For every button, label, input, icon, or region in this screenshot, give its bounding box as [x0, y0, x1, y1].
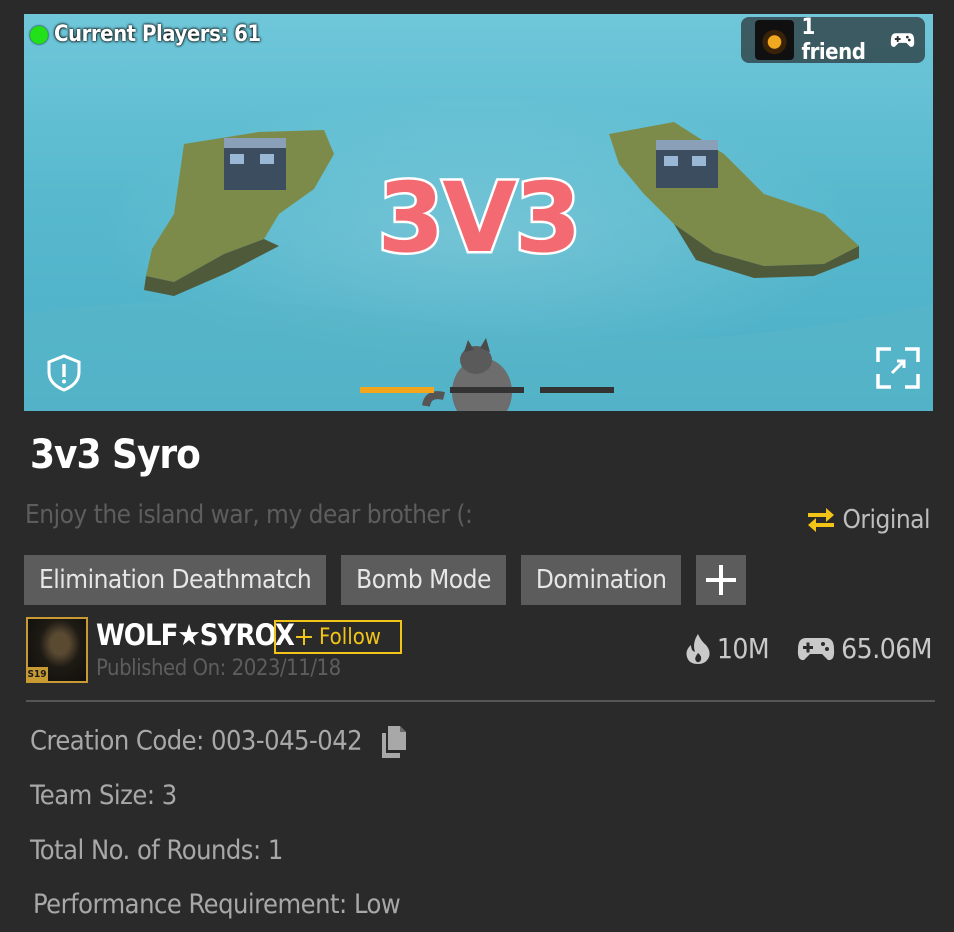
author-name[interactable]: WOLF★SYROX: [96, 618, 295, 652]
plus-icon: [706, 565, 737, 595]
section-divider: [26, 700, 935, 702]
gamepad-icon: [890, 33, 915, 47]
map-title: 3v3 Syro: [30, 432, 201, 478]
current-players: Current Players: 61: [30, 22, 261, 47]
creation-code-row: Creation Code: 003-045-042: [30, 725, 411, 759]
current-players-label: Current Players: 61: [54, 22, 261, 47]
copy-icon[interactable]: [379, 725, 411, 759]
map-stats: 10M 65.06M: [685, 632, 932, 665]
original-label: Original: [842, 505, 930, 535]
published-date: Published On: 2023/11/18: [96, 656, 341, 681]
more-tags-button[interactable]: [696, 555, 747, 605]
swap-arrows-icon: [808, 508, 835, 532]
original-badge: Original: [804, 503, 930, 537]
carousel-dot[interactable]: [540, 387, 614, 393]
friends-playing-badge[interactable]: 1 friend: [741, 15, 925, 65]
map-overlay-title: 3V3: [375, 160, 584, 277]
carousel-dot[interactable]: [360, 387, 434, 393]
tag-bomb-mode[interactable]: Bomb Mode: [341, 555, 506, 605]
season-badge: S19: [26, 667, 48, 683]
follow-label: Follow: [318, 624, 381, 650]
avatar-icon: [755, 20, 794, 60]
friend-count-label: 1 friend: [801, 15, 866, 65]
creation-code: Creation Code: 003-045-042: [30, 725, 363, 757]
team-size: Team Size: 3: [30, 780, 177, 811]
carousel-dot[interactable]: [450, 387, 524, 393]
online-dot-icon: [30, 25, 48, 44]
tag-elimination-deathmatch[interactable]: Elimination Deathmatch: [24, 555, 327, 605]
flame-icon: [686, 633, 710, 664]
tag-domination[interactable]: Domination: [520, 555, 682, 605]
plays-value: 65.06M: [841, 632, 932, 665]
expand-icon[interactable]: [875, 346, 921, 390]
map-preview-banner[interactable]: Current Players: 61 1 friend 3V3: [24, 14, 933, 411]
follow-button[interactable]: Follow: [274, 620, 402, 654]
popularity-value: 10M: [716, 632, 770, 665]
total-rounds: Total No. of Rounds: 1: [30, 835, 283, 866]
carousel-indicator: [360, 387, 614, 393]
gamepad-icon: [798, 637, 835, 660]
author-avatar[interactable]: S19: [26, 617, 88, 683]
popularity-stat: 10M: [685, 632, 770, 665]
shield-warning-icon[interactable]: [46, 354, 82, 392]
plus-icon: [295, 629, 312, 645]
mode-tags: Elimination Deathmatch Bomb Mode Dominat…: [24, 555, 747, 605]
performance-requirement: Performance Requirement: Low: [33, 889, 401, 920]
map-description: Enjoy the island war, my dear brother (:: [25, 500, 473, 530]
plays-stat: 65.06M: [797, 632, 932, 665]
